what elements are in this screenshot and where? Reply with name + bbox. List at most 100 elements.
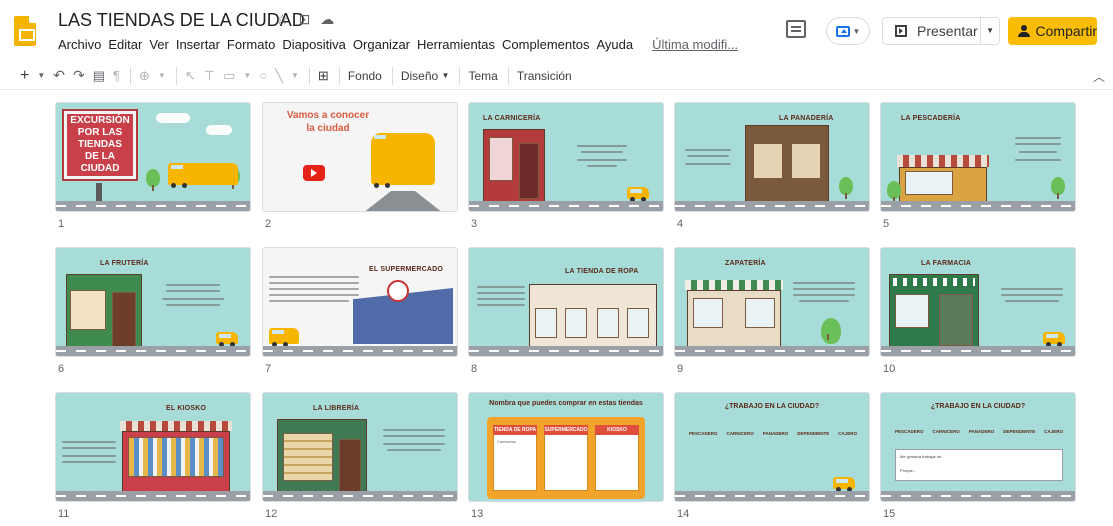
present-button[interactable]: Presentar ▼ — [882, 17, 1000, 45]
slide-thumbnail[interactable]: LA TIENDA DE ROPA 8 — [468, 247, 664, 381]
slide-number: 12 — [265, 508, 278, 520]
transition-button[interactable]: Transición — [517, 69, 572, 83]
comments-icon[interactable] — [786, 20, 806, 38]
slide-thumbnail[interactable]: ¿TRABAJO EN LA CIUDAD? PESCADERO CARNICE… — [880, 392, 1076, 526]
line-chevron-icon[interactable]: ▼ — [291, 71, 299, 80]
app-header: LAS TIENDAS DE LA CIUDAD ☆ ⊡ ☁ Archivo E… — [0, 0, 1113, 60]
menu-formato[interactable]: Formato — [227, 37, 275, 52]
job-label: PANADERO — [762, 431, 789, 436]
background-button[interactable]: Fondo — [348, 69, 382, 83]
menu-herramientas[interactable]: Herramientas — [417, 37, 495, 52]
slide-number: 15 — [883, 508, 896, 520]
slides-logo-icon[interactable] — [14, 16, 36, 46]
present-options-chevron-icon[interactable]: ▼ — [986, 26, 994, 35]
menu-organizar[interactable]: Organizar — [353, 37, 410, 52]
comment-add-icon[interactable]: ⊞ — [318, 68, 329, 84]
job-label: CARNICERO — [932, 429, 960, 434]
play-icon — [303, 165, 325, 181]
zoom-icon[interactable]: ⊕ — [139, 68, 150, 84]
line-icon[interactable]: ╲ — [275, 68, 283, 84]
collapse-menus-icon[interactable]: ︿ — [1093, 68, 1105, 85]
answer-line: Me gustaría trabajar de... — [900, 454, 945, 459]
zoom-chevron-icon[interactable]: ▼ — [158, 71, 166, 80]
menu-insertar[interactable]: Insertar — [176, 37, 220, 52]
cloud-status-icon[interactable]: ☁ — [320, 11, 334, 28]
slide-title: Vamos a conocer la ciudad — [286, 110, 370, 134]
job-label: PESCADERO — [895, 429, 924, 434]
slide-thumbnail[interactable]: LA LIBRERÍA 12 — [262, 392, 458, 526]
menu-ayuda[interactable]: Ayuda — [596, 37, 633, 52]
slide-title: LA LIBRERÍA — [313, 405, 360, 412]
slide-title: ¿TRABAJO EN LA CIUDAD? — [930, 403, 1026, 410]
slide-title: EL KIOSKO — [166, 405, 207, 412]
slide-title: LA TIENDA DE ROPA — [565, 268, 639, 275]
slide-thumbnail[interactable]: Nombra que puedes comprar en estas tiend… — [468, 392, 664, 526]
shape-icon[interactable]: ○ — [259, 68, 267, 83]
slide-title: Nombra que puedes comprar en estas tiend… — [489, 400, 643, 407]
slide-thumbnail[interactable]: Vamos a conocer la ciudad 2 — [262, 102, 458, 236]
menu-bar: Archivo Editar Ver Insertar Formato Diap… — [58, 37, 738, 52]
slide-number: 13 — [471, 508, 484, 520]
theme-button[interactable]: Tema — [468, 69, 497, 83]
job-label: PANADERO — [968, 429, 995, 434]
move-folder-icon[interactable]: ⊡ — [299, 11, 311, 28]
job-label: CAJERO — [838, 431, 857, 436]
slide-title: EXCURSIÓN POR LAS TIENDAS DE LA CIUDAD — [62, 109, 138, 181]
slide-thumbnail[interactable]: LA PESCADERÍA 5 — [880, 102, 1076, 236]
slide-title: LA PESCADERÍA — [901, 115, 961, 122]
redo-icon[interactable]: ↷ — [73, 67, 85, 84]
slide-number: 7 — [265, 363, 272, 375]
layout-button[interactable]: Diseño ▼ — [401, 69, 450, 83]
document-title[interactable]: LAS TIENDAS DE LA CIUDAD — [58, 10, 305, 31]
slide-number: 8 — [471, 363, 478, 375]
new-slide-icon[interactable]: + — [20, 67, 29, 85]
slide-number: 2 — [265, 218, 272, 230]
menu-editar[interactable]: Editar — [108, 37, 142, 52]
slide-thumbnail[interactable]: LA CARNICERÍA 3 — [468, 102, 664, 236]
chevron-down-icon: ▼ — [852, 26, 861, 36]
job-label: CARNICERO — [726, 431, 754, 436]
slide-title: LA PANADERÍA — [779, 115, 834, 122]
slide-thumbnail[interactable]: LA PANADERÍA 4 — [674, 102, 870, 236]
slide-thumbnail[interactable]: LA FRUTERÍA 6 — [55, 247, 251, 381]
last-modified-link[interactable]: Última modifi... — [652, 37, 738, 52]
share-label: Compartir — [1035, 23, 1097, 39]
undo-icon[interactable]: ↶ — [53, 67, 65, 84]
menu-complementos[interactable]: Complementos — [502, 37, 589, 52]
slide-thumbnail[interactable]: LA FARMACIA 10 — [880, 247, 1076, 381]
menu-diapositiva[interactable]: Diapositiva — [282, 37, 346, 52]
slide-title: ZAPATERÍA — [725, 260, 766, 267]
slide-thumbnail[interactable]: EL KIOSKO 11 — [55, 392, 251, 526]
slide-thumbnail[interactable]: EXCURSIÓN POR LAS TIENDAS DE LA CIUDAD 1 — [55, 102, 251, 236]
star-icon[interactable]: ☆ — [276, 11, 289, 28]
slide-thumbnail[interactable]: EL SUPERMERCADO 7 — [262, 247, 458, 381]
layout-label: Diseño — [400, 68, 439, 83]
slide-title: LA FARMACIA — [921, 260, 972, 267]
slide-number: 5 — [883, 218, 890, 230]
slide-number: 3 — [471, 218, 478, 230]
slide-thumbnail[interactable]: ZAPATERÍA 9 — [674, 247, 870, 381]
slide-title: LA CARNICERÍA — [483, 115, 541, 122]
textbox-icon[interactable]: ⊤ — [204, 68, 215, 84]
print-icon[interactable]: ▤ — [93, 68, 105, 84]
column-header: KIOSKO — [595, 425, 639, 435]
paint-format-icon[interactable]: ¶ — [113, 68, 120, 83]
slide-thumbnail[interactable]: ¿TRABAJO EN LA CIUDAD? PESCADERO CARNICE… — [674, 392, 870, 526]
job-label: PESCADERO — [689, 431, 718, 436]
menu-ver[interactable]: Ver — [149, 37, 169, 52]
toolbar: + ▼ ↶ ↷ ▤ ¶ ⊕ ▼ ↖ ⊤ ▭ ▼ ○ ╲ ▼ ⊞ Fondo Di… — [0, 62, 1113, 90]
menu-archivo[interactable]: Archivo — [58, 37, 101, 52]
new-slide-chevron-icon[interactable]: ▼ — [37, 71, 45, 80]
image-icon[interactable]: ▭ — [223, 68, 235, 84]
share-button[interactable]: Compartir — [1008, 17, 1097, 45]
person-icon — [1018, 25, 1030, 37]
image-chevron-icon[interactable]: ▼ — [243, 71, 251, 80]
select-icon[interactable]: ↖ — [185, 68, 196, 84]
job-label: DEPENDIENTE — [797, 431, 830, 436]
slide-title: EL SUPERMERCADO — [369, 266, 444, 273]
slide-title: ¿TRABAJO EN LA CIUDAD? — [724, 403, 820, 410]
slide-number: 6 — [58, 363, 65, 375]
meet-button[interactable]: ▼ — [826, 17, 870, 45]
slide-title: LA FRUTERÍA — [100, 260, 149, 267]
present-label: Presentar — [917, 23, 978, 39]
